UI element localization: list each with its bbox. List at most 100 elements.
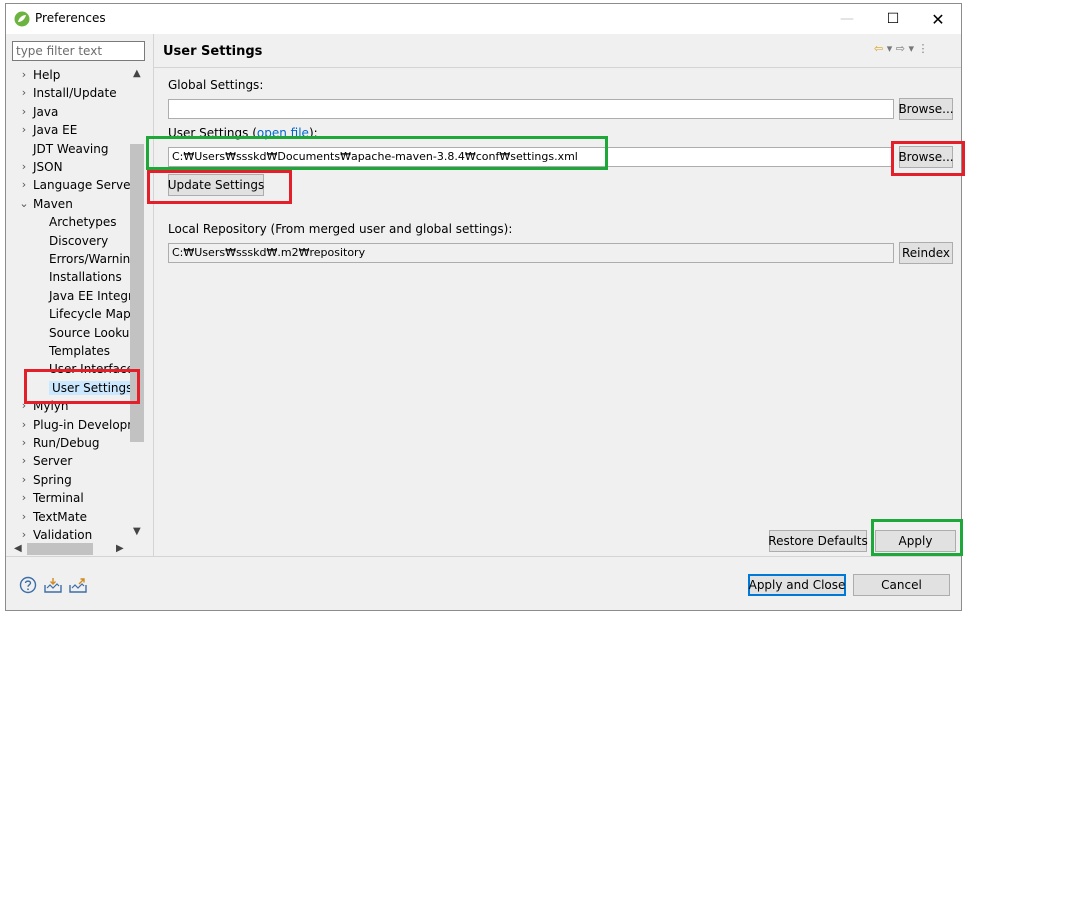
help-icon[interactable]	[19, 576, 37, 594]
forward-arrow-icon[interactable]: ⇨	[896, 42, 905, 55]
global-settings-input[interactable]	[168, 99, 894, 119]
update-settings-button[interactable]: Update Settings	[168, 174, 264, 196]
more-options-icon[interactable]: ⋮	[918, 42, 929, 55]
tree-item-installations[interactable]: Installations	[49, 268, 122, 286]
cancel-button[interactable]: Cancel	[853, 574, 950, 596]
user-settings-input[interactable]: C:₩Users₩ssskd₩Documents₩apache-maven-3.…	[168, 147, 894, 167]
forward-menu-chevron-icon[interactable]: ▾	[908, 42, 914, 55]
user-settings-label-end: ):	[308, 126, 318, 140]
tree-item-spring[interactable]: › Spring	[22, 471, 72, 489]
user-settings-label: User Settings (open file):	[168, 126, 318, 140]
reindex-button[interactable]: Reindex	[899, 242, 953, 264]
chevron-right-icon[interactable]: ›	[19, 84, 29, 102]
tree-item-java-ee[interactable]: › Java EE	[22, 121, 78, 139]
scroll-left-icon[interactable]: ◀	[14, 543, 22, 554]
tree-item-java[interactable]: › Java	[22, 103, 59, 121]
chevron-right-icon[interactable]: ›	[19, 416, 29, 434]
window-title: Preferences	[35, 11, 106, 25]
tree-item-textmate[interactable]: › TextMate	[22, 508, 88, 526]
global-settings-label: Global Settings:	[168, 78, 264, 92]
user-browse-button[interactable]: Browse...	[898, 146, 954, 168]
tree-item-label: TextMate	[33, 509, 88, 524]
tree-item-label: Validation	[33, 528, 93, 542]
chevron-right-icon[interactable]: ›	[19, 452, 29, 470]
tree-item-server[interactable]: › Server	[22, 452, 73, 470]
export-icon[interactable]	[68, 576, 88, 594]
chevron-right-icon[interactable]: ›	[19, 121, 29, 139]
scroll-right-icon[interactable]: ▶	[116, 543, 124, 554]
user-settings-label-text: User Settings (	[168, 126, 257, 140]
close-button[interactable]: ✕	[915, 4, 961, 34]
chevron-right-icon[interactable]: ›	[19, 397, 29, 415]
tree-item-label: Terminal	[33, 491, 84, 506]
tree-item-label: Java EE	[33, 123, 78, 138]
tree-item-json[interactable]: › JSON	[22, 158, 63, 176]
tree-item-label: Server	[33, 454, 73, 469]
tree-item-label: User Settings	[49, 380, 136, 395]
preferences-tree: › Help › Install/Update › Java › Java EE JDT Wea…	[12, 66, 146, 544]
tree-item-label: JDT Weaving	[33, 141, 109, 156]
header-separator	[154, 67, 961, 68]
local-repository-label: Local Repository (From merged user and g…	[168, 222, 513, 236]
tree-item-label: JSON	[33, 160, 63, 174]
tree-item-user-settings[interactable]: User Settings	[49, 379, 136, 397]
tree-item-jdt-weaving[interactable]: JDT Weaving	[33, 140, 108, 158]
apply-button[interactable]: Apply	[875, 530, 956, 552]
tree-item-help[interactable]: › Help	[22, 66, 61, 84]
tree-item-label: Run/Debug	[33, 436, 100, 450]
chevron-right-icon[interactable]: ›	[19, 103, 29, 121]
tree-item-label: Discovery	[49, 233, 109, 248]
tree-item-run-debug[interactable]: › Run/Debug	[22, 434, 100, 452]
open-file-link[interactable]: open file	[257, 126, 309, 140]
tree-item-install-update[interactable]: › Install/Update	[22, 84, 117, 102]
global-browse-button[interactable]: Browse...	[898, 98, 954, 120]
tree-item-label: Installations	[49, 270, 122, 285]
tree-item-label: Mylyn	[33, 399, 69, 414]
import-icon[interactable]	[43, 576, 63, 594]
back-arrow-icon[interactable]: ⇦	[874, 42, 883, 55]
tree-item-label: Maven	[33, 196, 73, 211]
minimize-button[interactable]: —	[824, 4, 870, 34]
filter-input[interactable]: type filter text	[12, 41, 145, 61]
chevron-right-icon[interactable]: ›	[19, 66, 29, 84]
tree-scroll-thumb[interactable]	[130, 144, 144, 442]
tree-item-source-lookup[interactable]: Source Lookup	[49, 324, 137, 342]
tree-item-label: User Interface	[49, 362, 134, 377]
tree-item-user-interface[interactable]: User Interface	[49, 360, 134, 378]
tree-item-label: Java	[33, 104, 59, 119]
page-title: User Settings	[163, 44, 263, 59]
restore-defaults-button[interactable]: Restore Defaults	[768, 530, 868, 552]
tree-item-templates[interactable]: Templates	[49, 342, 110, 360]
tree-item-label: Archetypes	[49, 215, 117, 230]
chevron-down-icon[interactable]: ⌄	[19, 195, 29, 213]
maximize-button[interactable]: ☐	[870, 4, 916, 34]
back-menu-chevron-icon[interactable]: ▾	[887, 42, 893, 55]
tree-item-terminal[interactable]: › Terminal	[22, 489, 84, 507]
tree-item-label: Source Lookup	[49, 325, 137, 340]
tree-item-language-servers[interactable]: › Language Servers	[22, 176, 142, 194]
chevron-right-icon[interactable]: ›	[19, 176, 29, 194]
tree-item-maven[interactable]: ⌄ Maven	[19, 195, 73, 213]
apply-and-close-button[interactable]: Apply and Close	[748, 574, 846, 596]
footer-separator	[6, 556, 961, 557]
chevron-right-icon[interactable]: ›	[19, 508, 29, 526]
tree-item-label: Language Servers	[33, 178, 142, 193]
chevron-right-icon[interactable]: ›	[19, 158, 29, 176]
scroll-up-icon[interactable]: ▲	[133, 68, 141, 79]
tree-item-label: Help	[33, 68, 61, 82]
chevron-right-icon[interactable]: ›	[19, 471, 29, 489]
tree-item-label: Templates	[49, 344, 111, 358]
tree-hscroll-thumb[interactable]	[27, 543, 93, 555]
local-repository-input: C:₩Users₩ssskd₩.m2₩repository	[168, 243, 894, 263]
tree-item-label: Install/Update	[33, 86, 117, 101]
tree-item-discovery[interactable]: Discovery	[49, 232, 108, 250]
tree-item-mylyn[interactable]: › Mylyn	[22, 397, 69, 415]
chevron-right-icon[interactable]: ›	[19, 489, 29, 507]
scroll-down-icon[interactable]: ▼	[133, 526, 141, 537]
tree-item-archetypes[interactable]: Archetypes	[49, 213, 117, 231]
title-bar: Preferences — ☐ ✕	[6, 4, 961, 34]
page-nav-controls[interactable]: ⇦ ▾ ⇨ ▾ ⋮	[874, 42, 929, 55]
chevron-right-icon[interactable]: ›	[19, 434, 29, 452]
tree-item-label: Spring	[33, 472, 72, 487]
preferences-dialog: Preferences — ☐ ✕ type filter text › Help…	[5, 3, 962, 611]
